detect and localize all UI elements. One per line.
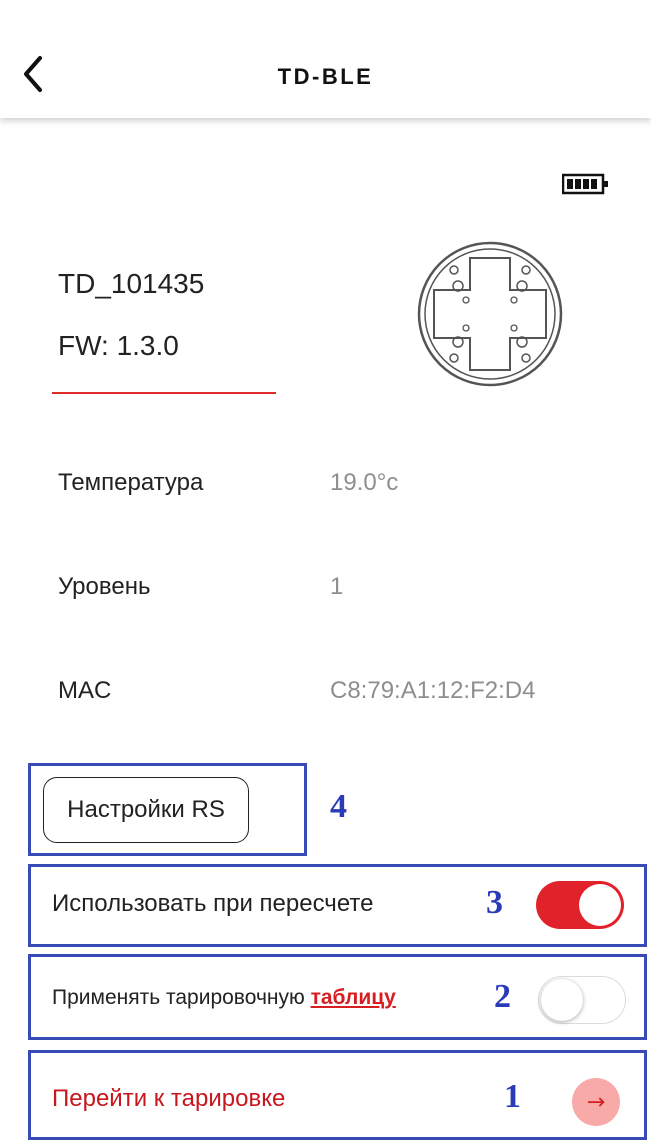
info-value-level: 1	[330, 573, 344, 600]
battery-full-icon	[561, 172, 610, 201]
recalc-label: Использовать при пересчете	[52, 890, 374, 917]
table-row-text: Применять тарировочную таблицу	[52, 986, 396, 1010]
toggle-knob	[541, 979, 583, 1021]
name-underline	[52, 392, 276, 394]
app-header: TD-BLE	[0, 0, 651, 118]
info-label-mac: MAC	[58, 677, 112, 704]
sensor-flange-icon	[416, 240, 564, 393]
annotation-number-3: 3	[486, 884, 503, 921]
info-label-level: Уровень	[58, 573, 151, 600]
info-value-temperature: 19.0°c	[330, 469, 399, 496]
info-value-mac: C8:79:A1:12:F2:D4	[330, 677, 536, 704]
page-title: TD-BLE	[277, 64, 374, 89]
go-arrow-button[interactable]: →	[572, 1078, 620, 1126]
recalc-toggle[interactable]	[536, 881, 624, 929]
annotation-number-1: 1	[504, 1078, 521, 1115]
annotation-number-2: 2	[494, 978, 511, 1015]
rs-settings-button[interactable]: Настройки RS	[43, 777, 249, 843]
table-label: Применять тарировочную	[52, 986, 311, 1009]
info-label-temperature: Температура	[58, 469, 204, 496]
device-name: TD_101435	[58, 268, 205, 299]
arrow-right-icon: →	[586, 1089, 606, 1115]
toggle-knob	[579, 884, 621, 926]
calibrate-link[interactable]: Перейти к тарировке	[52, 1085, 285, 1113]
firmware-version: FW: 1.3.0	[58, 330, 179, 361]
annotation-number-4: 4	[330, 788, 347, 825]
table-toggle[interactable]	[538, 976, 626, 1024]
table-link[interactable]: таблицу	[311, 986, 396, 1009]
